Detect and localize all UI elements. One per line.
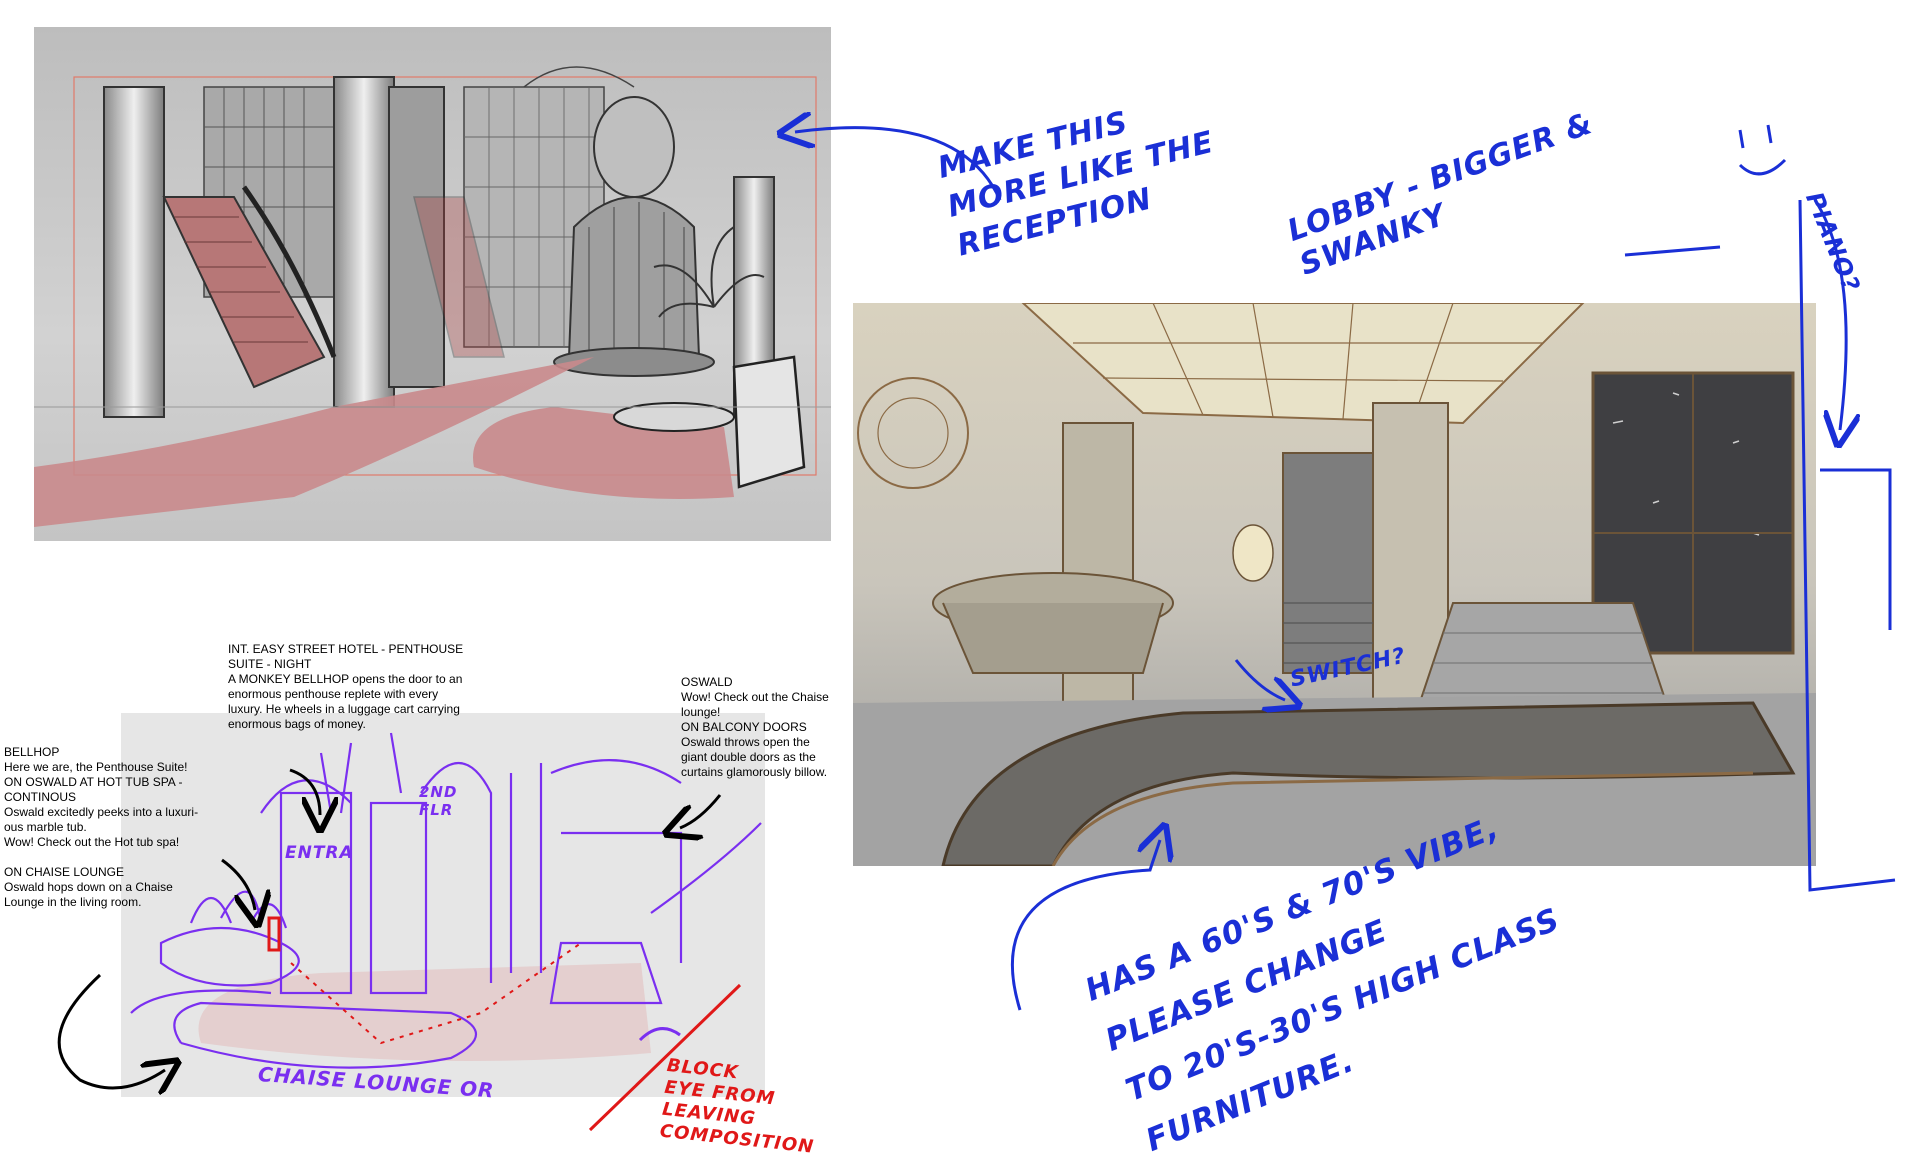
make-this-note: Make this more like the reception xyxy=(934,104,1218,264)
second-floor-note: 2nd flr xyxy=(419,783,458,819)
entra-note: Entra xyxy=(285,843,354,863)
piano-note: piano? xyxy=(1800,188,1866,297)
lobby-sketch-image xyxy=(34,27,831,541)
layout-sketch-image xyxy=(121,713,765,1097)
scene-heading-text: INT. EASY STREET HOTEL - PENTHOUSE SUITE… xyxy=(228,642,464,731)
smile-icon xyxy=(1738,158,1787,176)
bellhop-dialogue-text: BELLHOP Here we are, the Penthouse Suite… xyxy=(4,745,199,909)
block-eye-note: Block eye from leaving composition xyxy=(658,1055,816,1158)
oswald-dialogue-text: OSWALD Wow! Check out the Chaise lounge!… xyxy=(681,675,829,779)
suite-sketch-image xyxy=(853,303,1816,866)
lobby-note: lobby - bigger & swanky xyxy=(1283,105,1598,283)
